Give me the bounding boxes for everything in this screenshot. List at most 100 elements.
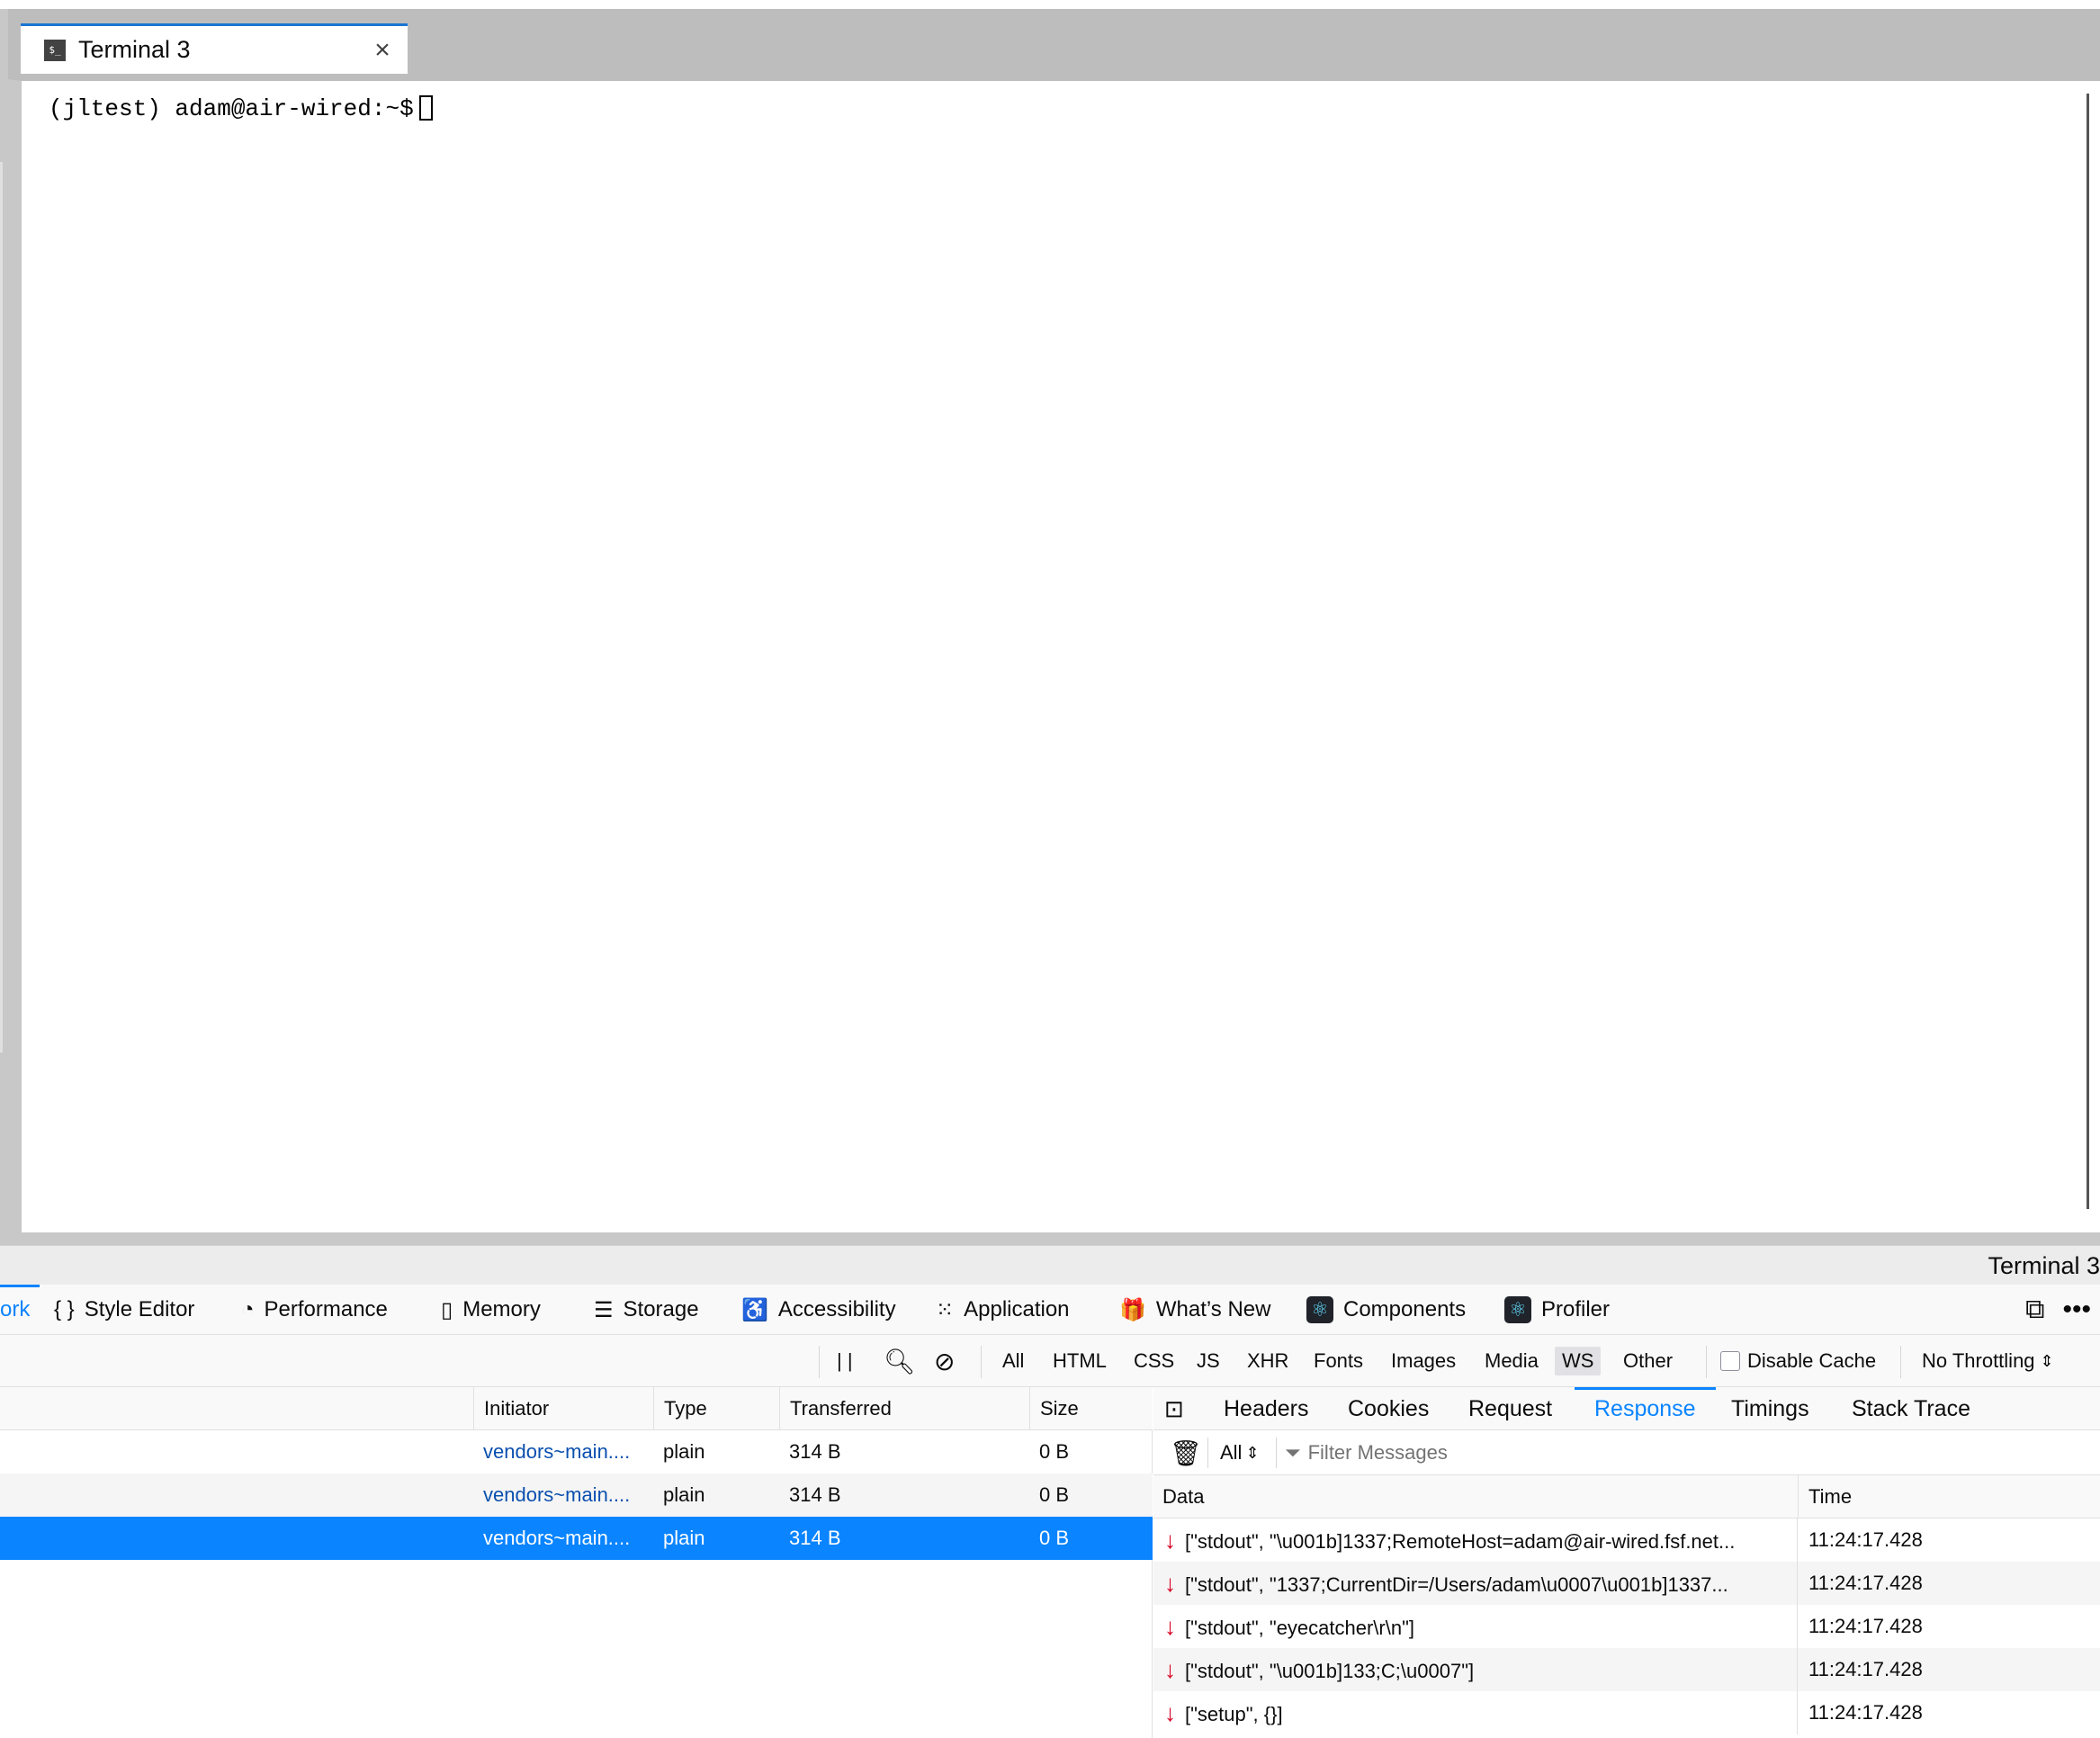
tab-performance[interactable]: ◔ Performance [241,1285,388,1335]
tab-label: Profiler [1541,1297,1611,1321]
message-row[interactable]: ↓ ["stdout", "\u001b]133;C;\u0007"] 11:24… [1153,1648,2100,1691]
grid-icon: ⁙ [936,1297,955,1322]
filter-media[interactable]: Media [1477,1335,1546,1387]
tab-label: Style Editor [84,1297,195,1321]
col-time[interactable]: Time [1798,1475,2100,1519]
filter-images[interactable]: Images [1384,1335,1463,1387]
updown-arrows-icon: ⇕ [1245,1443,1260,1462]
message-text: ["stdout", "\u001b]1337;RemoteHost=adam@… [1185,1530,1736,1553]
cell-size: 0 B [1039,1527,1070,1549]
received-arrow-icon: ↓ [1164,1527,1176,1554]
tab-terminal-3[interactable]: $_ Terminal 3 × [21,23,408,74]
clear-messages-button[interactable]: 🗑︎ [1170,1430,1202,1475]
jupyterlab-area: $_ Terminal 3 × (jltest) adam@air-wired:… [0,0,2100,1247]
message-row[interactable]: ↓ ["setup", {}] 11:24:17.428 [1153,1691,2100,1734]
tab-application[interactable]: ⁙ Application [936,1285,1070,1335]
gauge-icon: ◔ [241,1297,255,1321]
responsive-design-icon[interactable]: ⧉ [2025,1295,2044,1325]
col-type[interactable]: Type [653,1387,779,1430]
devtools-right-controls: ⧉ ••• [2025,1285,2100,1335]
pause-button[interactable]: | | [837,1335,853,1387]
tab-label: Components [1343,1297,1467,1321]
filter-all[interactable]: All [995,1335,1031,1387]
cell-size: 0 B [1039,1483,1070,1506]
tab-components[interactable]: ⚛ Components [1306,1285,1466,1335]
toolbar-separator [981,1346,982,1378]
search-icon: 🔍︎ [884,1347,916,1375]
table-row[interactable]: vendors~main.... plain 314 B 0 B [0,1430,1153,1474]
terminal-panel[interactable]: (jltest) adam@air-wired:~$ [8,79,2100,1236]
filter-label: All [1002,1349,1025,1372]
filter-html[interactable]: HTML [1046,1335,1114,1387]
tab-request[interactable]: Request [1468,1387,1552,1430]
tab-memory[interactable]: ▯ Memory [441,1285,541,1335]
filter-label: WS [1555,1347,1602,1375]
col-initiator[interactable]: Initiator [473,1387,653,1430]
filter-js[interactable]: JS [1189,1335,1227,1387]
message-time: 11:24:17.428 [1808,1528,1923,1551]
document-tab-bar: $_ Terminal 3 × [8,9,2100,81]
received-arrow-icon: ↓ [1164,1570,1176,1597]
tab-style-editor[interactable]: { } Style Editor [54,1285,194,1335]
tab-whats-new[interactable]: 🎁 What’s New [1119,1285,1270,1335]
tab-response[interactable]: Response [1575,1387,1716,1430]
clear-button[interactable]: ⊘ [934,1335,955,1387]
tab-cookies[interactable]: Cookies [1348,1387,1429,1430]
react-icon: ⚛ [1504,1296,1531,1323]
filter-other[interactable]: Other [1616,1335,1680,1387]
block-icon: ⊘ [934,1347,956,1375]
cell-type: plain [663,1440,705,1463]
toolbar-separator [1207,1438,1208,1468]
filter-ws[interactable]: WS [1555,1335,1602,1387]
toolbar-separator [1276,1438,1277,1468]
table-row-selected[interactable]: vendors~main.... plain 314 B 0 B [0,1517,1153,1560]
message-row[interactable]: ↓ ["stdout", "\u001b]1337;RemoteHost=adam… [1153,1519,2100,1562]
accessibility-icon: ♿ [741,1297,768,1322]
filter-xhr[interactable]: XHR [1240,1335,1296,1387]
more-options-icon[interactable]: ••• [2062,1295,2091,1325]
trash-icon: 🗑︎ [1170,1438,1202,1467]
message-data: ↓ ["stdout", "\u001b]133;C;\u0007"] [1153,1648,1798,1691]
cell-initiator[interactable]: vendors~main.... [473,1430,653,1474]
tab-headers[interactable]: Headers [1224,1387,1309,1430]
request-details-panel: ⊡ Headers Cookies Request Response Timin… [1153,1387,2100,1738]
left-sidebar-strip [0,9,8,1245]
cell-initiator[interactable]: vendors~main.... [473,1517,653,1560]
tab-stack-trace[interactable]: Stack Trace [1852,1387,1970,1430]
cell-initiator[interactable]: vendors~main.... [473,1474,653,1517]
devtools-tab-bar: ork { } Style Editor ◔ Performance ▯ Memory… [0,1285,2100,1335]
message-time: 11:24:17.428 [1808,1615,1923,1637]
terminal-icon: $_ [44,39,66,61]
col-data[interactable]: Data [1153,1475,1798,1519]
toggle-sidebar-button[interactable]: ⊡ [1164,1387,1184,1430]
col-size[interactable]: Size [1029,1387,1153,1430]
cell-transferred: 314 B [789,1440,841,1463]
tab-profiler[interactable]: ⚛ Profiler [1504,1285,1610,1335]
filter-css[interactable]: CSS [1126,1335,1181,1387]
message-type-value: All [1220,1441,1243,1464]
throttling-select[interactable]: No Throttling ⇕ [1922,1335,2054,1387]
filter-messages-input[interactable]: ⏷ Filter Messages [1285,1430,1448,1475]
message-time: 11:24:17.428 [1808,1701,1923,1724]
terminal-scrollbar[interactable] [2087,94,2089,1209]
message-row[interactable]: ↓ ["stdout", "eyecatcher\r\n"] 11:24:17.4… [1153,1605,2100,1648]
tab-storage[interactable]: ☰ Storage [594,1285,699,1335]
close-icon[interactable]: × [357,35,408,66]
filter-fonts[interactable]: Fonts [1306,1335,1370,1387]
table-row[interactable]: vendors~main.... plain 314 B 0 B [0,1474,1153,1517]
filter-label: JS [1197,1349,1220,1372]
disable-cache-checkbox[interactable]: Disable Cache [1720,1335,1876,1387]
col-transferred[interactable]: Transferred [779,1387,1029,1430]
tab-accessibility[interactable]: ♿ Accessibility [741,1285,896,1335]
toolbar-separator [1900,1346,1901,1378]
message-row[interactable]: ↓ ["stdout", "1337;CurrentDir=/Users/adam… [1153,1562,2100,1605]
tab-timings[interactable]: Timings [1731,1387,1809,1430]
message-type-select[interactable]: All ⇕ [1220,1430,1260,1475]
tab-label: ork [0,1297,31,1321]
tab-label: What’s New [1155,1297,1271,1321]
panel-toggle-icon: ⊡ [1164,1395,1184,1422]
search-button[interactable]: 🔍︎ [884,1335,916,1387]
tab-network[interactable]: ork [0,1285,30,1335]
network-toolbar: | | 🔍︎ ⊘ All HTML CSS JS XHR Fonts Image… [0,1335,2100,1387]
received-arrow-icon: ↓ [1164,1613,1176,1640]
